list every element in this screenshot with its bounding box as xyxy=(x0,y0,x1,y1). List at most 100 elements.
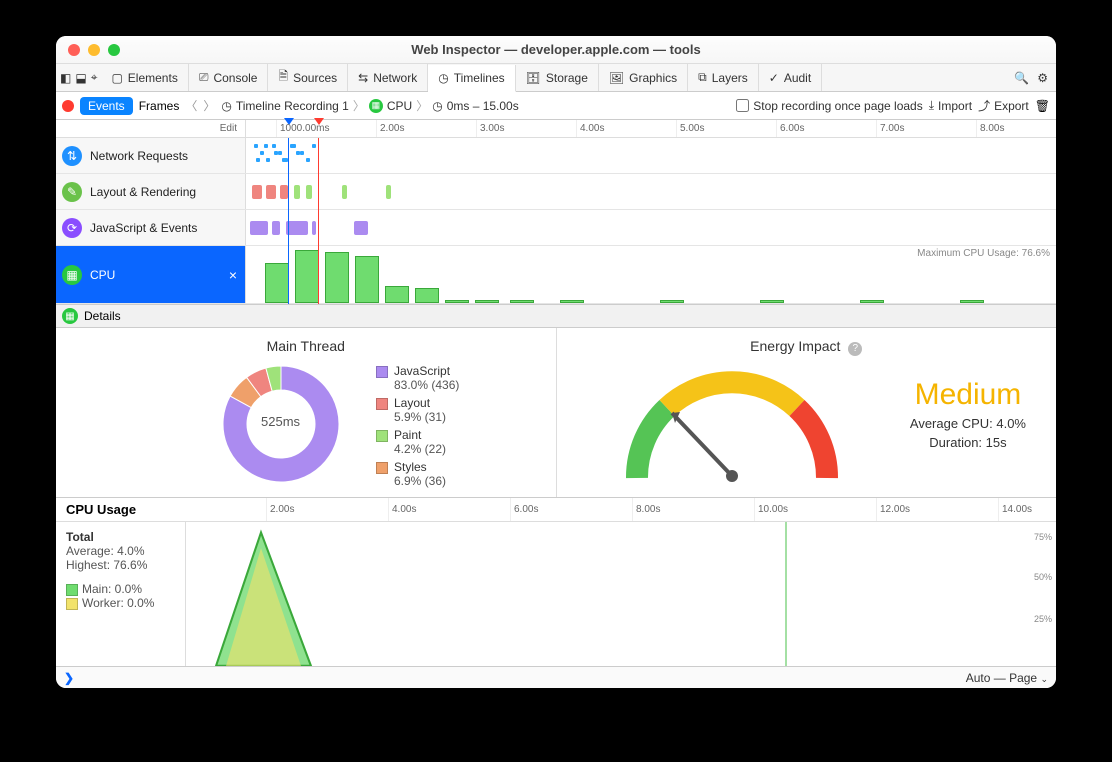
layers-icon: ⧉ xyxy=(698,70,707,85)
cpu-tick: 8.00s xyxy=(632,498,660,521)
cpu-bar xyxy=(960,300,984,303)
summary-panels: Main Thread 525ms JavaScript83.0% (436)L… xyxy=(56,328,1056,498)
cpu-bar xyxy=(325,252,349,303)
playhead-line-start xyxy=(288,138,289,304)
crumb-cpu: CPU xyxy=(387,99,412,113)
close-track-icon[interactable]: × xyxy=(229,267,237,283)
ruler-mark: 3.00s xyxy=(476,120,504,137)
storage-icon: 🗄 xyxy=(526,71,541,85)
tab-timelines[interactable]: ◷Timelines xyxy=(428,65,515,92)
script-icon: ⟳ xyxy=(62,218,82,238)
network-event-tick xyxy=(254,144,258,148)
track-js[interactable]: ⟳ JavaScript & Events xyxy=(56,210,1056,246)
cpu-bar xyxy=(295,250,319,303)
tab-sources[interactable]: 🗎Sources xyxy=(268,64,348,91)
dock-side-icon[interactable]: ◧ xyxy=(60,71,71,85)
layout-event-block xyxy=(266,185,276,199)
tab-elements[interactable]: ▢Elements xyxy=(101,64,188,91)
cpu-tick: 12.00s xyxy=(876,498,910,521)
help-icon[interactable]: ? xyxy=(848,342,862,356)
dock-bottom-icon[interactable]: ⬓ xyxy=(75,71,86,85)
network-event-tick xyxy=(306,158,310,162)
layout-event-block xyxy=(294,185,300,199)
swatch-worker xyxy=(66,598,78,610)
track-label: Network Requests xyxy=(90,149,188,163)
main-thread-legend: JavaScript83.0% (436)Layout5.9% (31)Pain… xyxy=(376,364,459,492)
status-right[interactable]: Auto — Page ⌄ xyxy=(966,671,1048,685)
energy-duration: Duration: 15s xyxy=(910,435,1026,450)
cpu-bar xyxy=(560,300,584,303)
layout-event-block xyxy=(342,185,347,199)
cpu-tick: 6.00s xyxy=(510,498,538,521)
elements-icon: ▢ xyxy=(111,71,122,85)
zoom-window-button[interactable] xyxy=(108,44,120,56)
record-button[interactable] xyxy=(62,100,74,112)
import-button[interactable]: ⤓ Import xyxy=(929,98,972,113)
legend-row: Layout5.9% (31) xyxy=(376,396,459,424)
nav-back-icon[interactable]: 〈 xyxy=(185,97,197,114)
energy-readout: Medium Average CPU: 4.0% Duration: 15s xyxy=(910,378,1026,450)
cpu-usage-plot: 75% 50% 25% xyxy=(186,522,1056,666)
tab-graphics[interactable]: 🖼Graphics xyxy=(599,64,688,91)
stop-on-load-checkbox[interactable]: Stop recording once page loads xyxy=(736,99,922,113)
minimize-window-button[interactable] xyxy=(88,44,100,56)
download-icon: ⤓ xyxy=(929,98,934,113)
stopwatch-icon: ◷ xyxy=(221,99,231,113)
chevron-down-icon: ⌄ xyxy=(1040,674,1048,684)
cpu-bar xyxy=(475,300,499,303)
upload-icon: ⤴ xyxy=(978,97,990,114)
energy-verdict: Medium xyxy=(910,378,1026,412)
ruler-marks: 1000.00ms2.00s3.00s4.00s5.00s6.00s7.00s8… xyxy=(246,120,1056,137)
high-label: Highest: 76.6% xyxy=(66,558,175,572)
track-cpu[interactable]: ▦ CPU × Maximum CPU Usage: 76.6% xyxy=(56,246,1056,304)
js-event-block xyxy=(272,221,280,235)
trash-icon[interactable]: 🗑 xyxy=(1035,99,1050,113)
tab-storage[interactable]: 🗄Storage xyxy=(516,64,599,91)
element-picker-icon[interactable]: ⌖ xyxy=(91,70,98,85)
legend-swatch xyxy=(376,366,388,378)
clock-icon: ◷ xyxy=(432,99,442,113)
playhead-line-end xyxy=(318,138,319,304)
network-event-tick xyxy=(264,144,268,148)
window-title: Web Inspector — developer.apple.com — to… xyxy=(56,42,1056,57)
network-event-tick xyxy=(312,144,316,148)
breadcrumb[interactable]: ◷ Timeline Recording 1 〉 ▦ CPU 〉 ◷ 0ms –… xyxy=(221,97,518,114)
tab-layers[interactable]: ⧉Layers xyxy=(688,64,759,91)
total-label: Total xyxy=(66,530,175,544)
cpu-bar xyxy=(660,300,684,303)
track-label: JavaScript & Events xyxy=(90,221,197,235)
edit-tracks-button[interactable]: Edit xyxy=(56,120,246,137)
layout-event-block xyxy=(280,185,288,199)
events-mode-button[interactable]: Events xyxy=(80,97,133,115)
track-network[interactable]: ⇅ Network Requests xyxy=(56,138,1056,174)
nav-forward-icon[interactable]: 〉 xyxy=(203,97,215,114)
main-series-label: Main: 0.0% xyxy=(82,582,142,596)
timeline-tracks: ⇅ Network Requests ✎ Layout & Rendering … xyxy=(56,138,1056,304)
tab-console[interactable]: ⎚Console xyxy=(189,64,269,91)
track-layout[interactable]: ✎ Layout & Rendering xyxy=(56,174,1056,210)
crumb-range: 0ms – 15.00s xyxy=(447,99,519,113)
ylabel: 25% xyxy=(1034,614,1052,624)
details-label: Details xyxy=(84,309,121,323)
tabs: ▢Elements⎚Console🗎Sources⇆Network◷Timeli… xyxy=(101,64,822,91)
main-thread-panel: Main Thread 525ms JavaScript83.0% (436)L… xyxy=(56,328,557,497)
cpu-chip-icon: ▦ xyxy=(62,265,82,285)
stop-on-load-input[interactable] xyxy=(736,99,749,112)
legend-row: Paint4.2% (22) xyxy=(376,428,459,456)
search-icon[interactable]: 🔍 xyxy=(1014,71,1029,85)
tab-audit[interactable]: ✓Audit xyxy=(759,64,822,91)
timeline-ruler[interactable]: Edit 1000.00ms2.00s3.00s4.00s5.00s6.00s7… xyxy=(56,120,1056,138)
console-prompt-icon[interactable]: ❯ xyxy=(64,671,74,685)
avg-label: Average: 4.0% xyxy=(66,544,175,558)
close-window-button[interactable] xyxy=(68,44,80,56)
settings-gear-icon[interactable]: ⚙ xyxy=(1037,71,1048,85)
network-event-tick xyxy=(278,151,282,155)
export-button[interactable]: ⤴ Export xyxy=(978,97,1029,114)
network-event-tick xyxy=(272,144,276,148)
frames-mode-button[interactable]: Frames xyxy=(139,99,180,113)
cpu-usage-section: CPU Usage 2.00s4.00s6.00s8.00s10.00s12.0… xyxy=(56,498,1056,666)
paintbrush-icon: ✎ xyxy=(62,182,82,202)
network-event-tick xyxy=(256,158,260,162)
tab-network[interactable]: ⇆Network xyxy=(348,64,428,91)
panel-title: Energy Impact ? xyxy=(563,338,1051,356)
